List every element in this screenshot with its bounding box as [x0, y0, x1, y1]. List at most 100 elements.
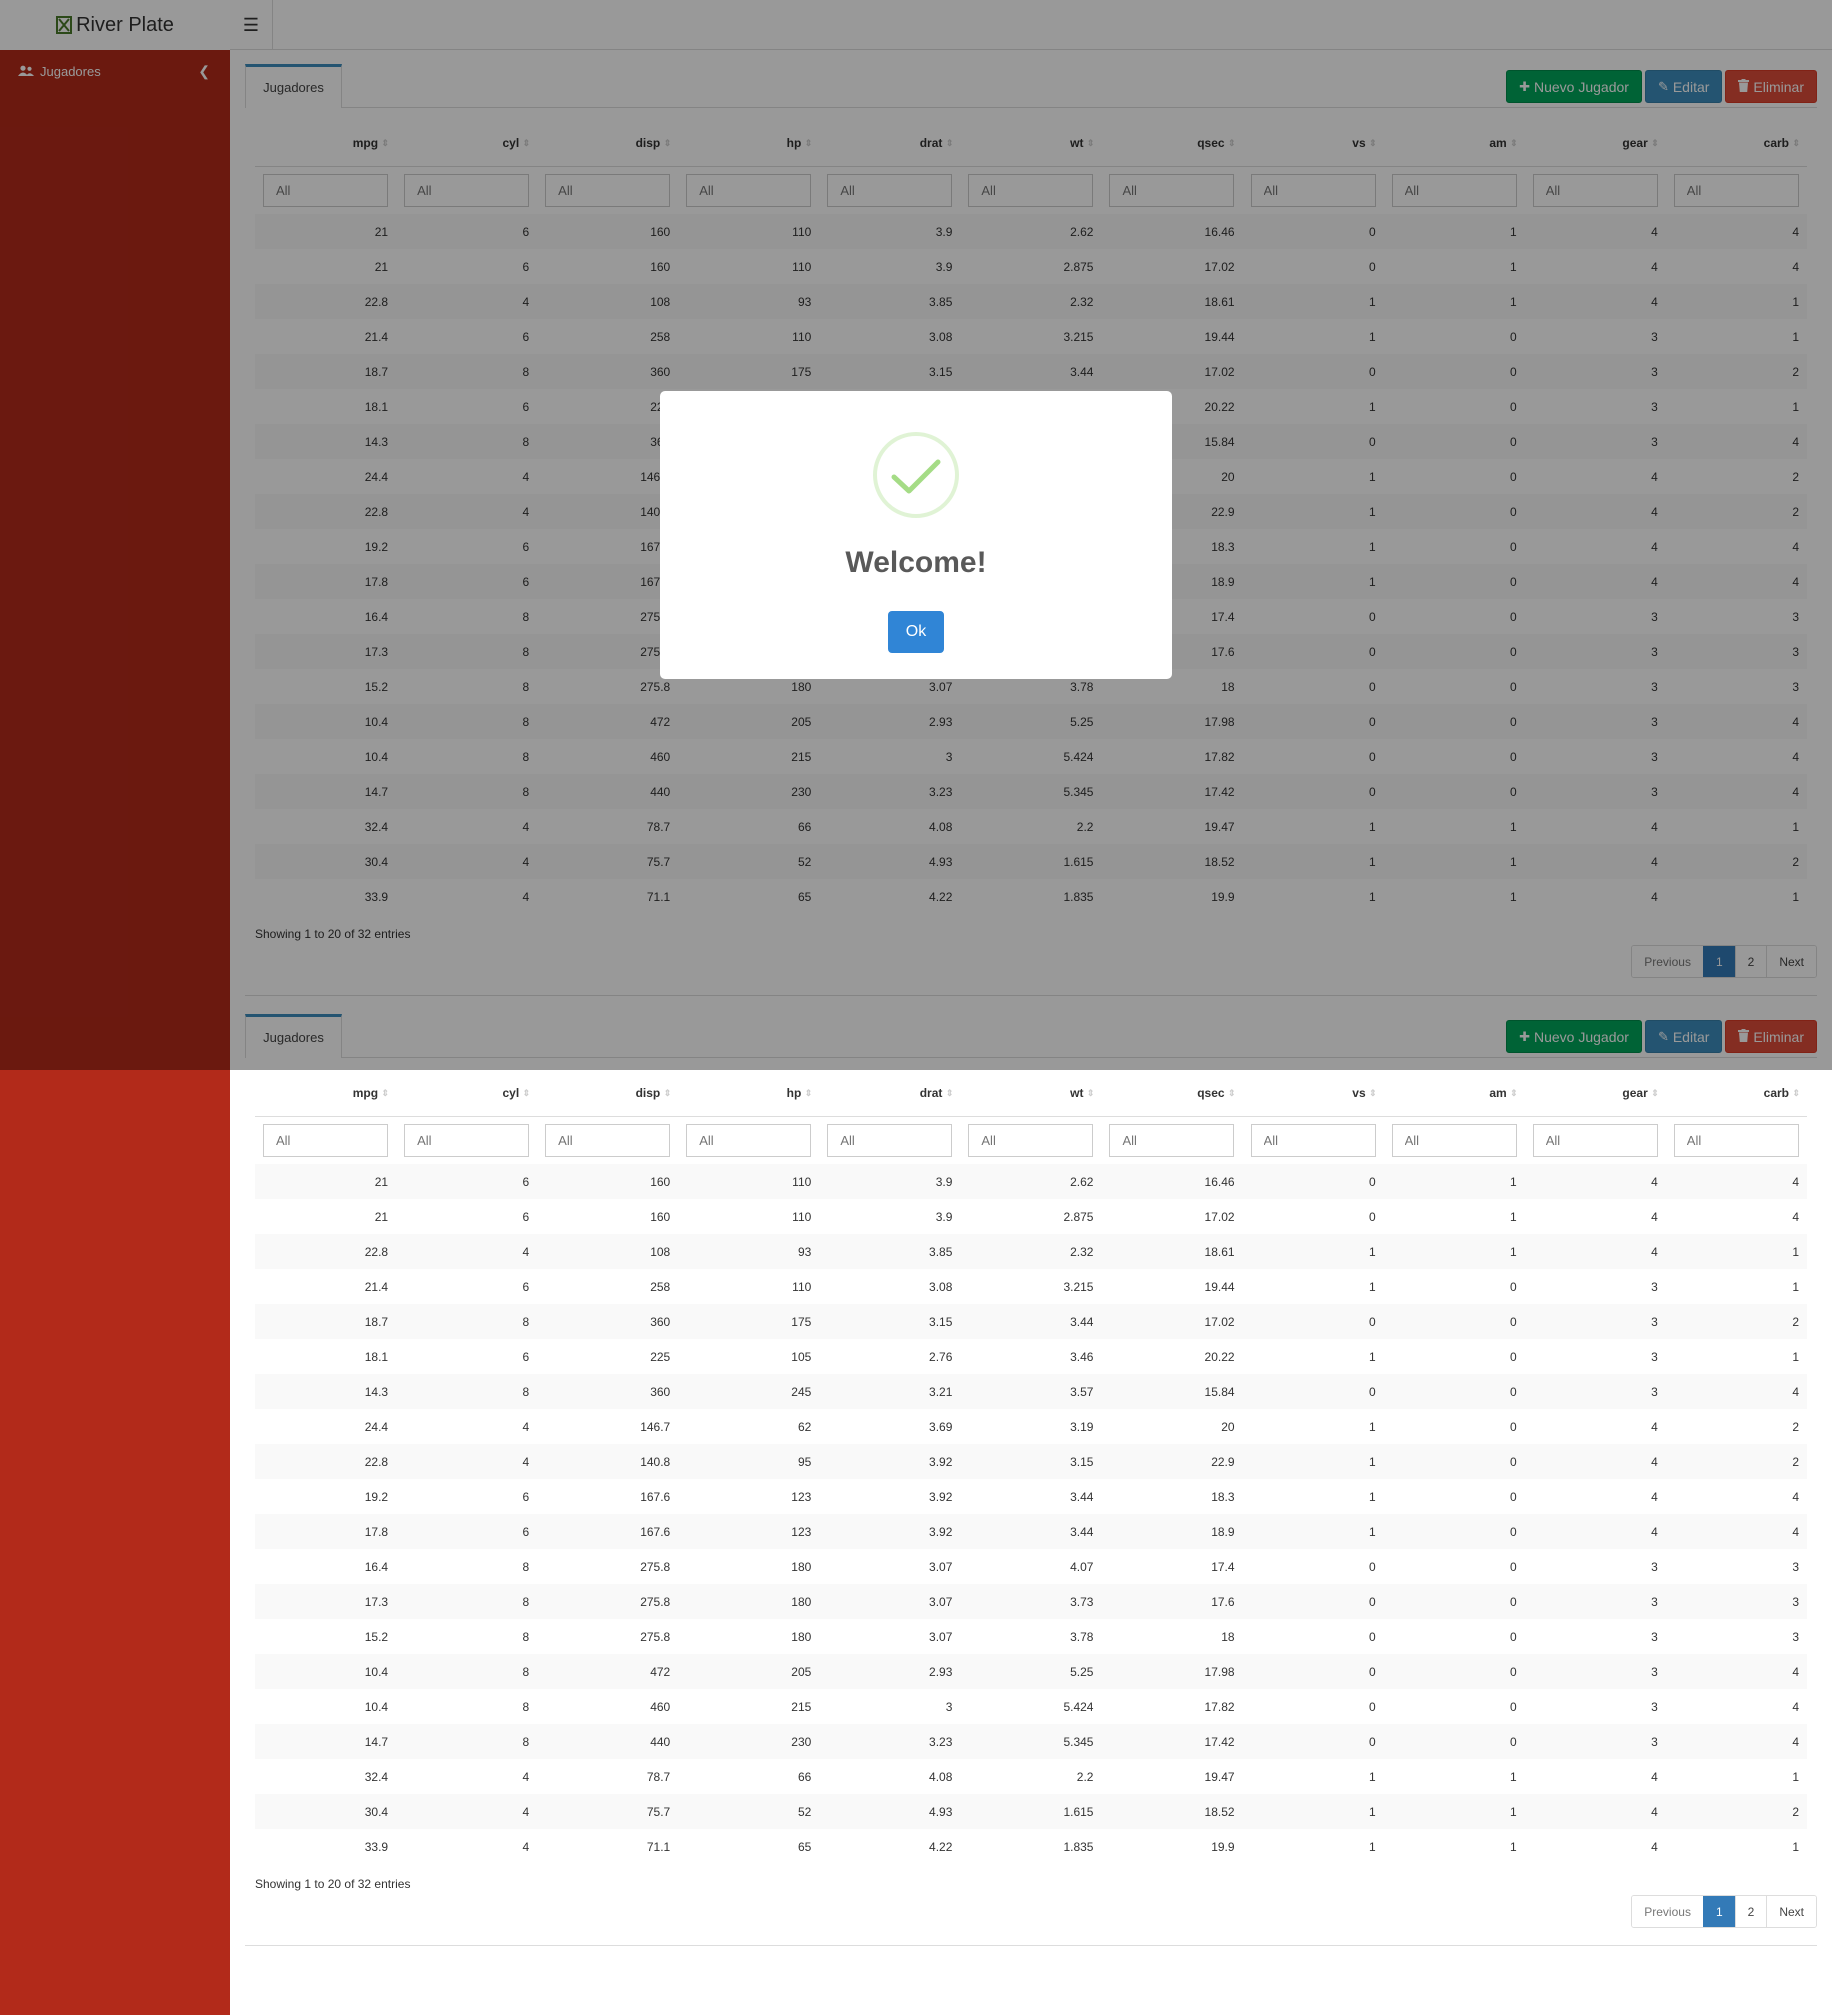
filter-input-gear[interactable] — [1532, 1124, 1658, 1157]
cell-mpg: 15.2 — [364, 1629, 389, 1644]
cell-mpg: 14.3 — [255, 1374, 397, 1409]
table-row[interactable]: 24.4 4 146.7 62 3.69 3.19 20 1 0 4 2 — [255, 1409, 1807, 1444]
cell-carb: 1 — [1792, 1349, 1799, 1364]
cell-drat: 3.07 — [929, 1629, 953, 1644]
cell-wt: 5.25 — [960, 1654, 1102, 1689]
filter-input-carb[interactable] — [1673, 1124, 1799, 1157]
cell-carb: 3 — [1792, 1559, 1799, 1574]
filter-input-wt[interactable] — [968, 1124, 1094, 1157]
cell-vs: 0 — [1242, 1164, 1384, 1199]
column-label: mpg — [352, 1086, 379, 1100]
cell-hp: 245 — [678, 1374, 820, 1409]
cell-carb: 4 — [1792, 1489, 1799, 1504]
cell-carb: 3 — [1665, 1584, 1807, 1619]
cell-qsec: 16.46 — [1101, 1164, 1243, 1199]
cell-vs: 1 — [1368, 1489, 1376, 1504]
cell-cyl: 4 — [396, 1444, 538, 1479]
cell-drat: 3.9 — [819, 1164, 961, 1199]
filter-input-am[interactable] — [1391, 1124, 1517, 1157]
filter-input-qsec[interactable] — [1109, 1124, 1235, 1157]
ok-button[interactable]: Ok — [888, 611, 944, 653]
filter-input-vs[interactable] — [1250, 1124, 1376, 1157]
cell-qsec: 18.52 — [1101, 1794, 1243, 1829]
cell-vs: 0 — [1368, 1559, 1376, 1574]
cell-disp: 225 — [650, 1349, 671, 1364]
column-header-drat[interactable]: drat ⇕ — [819, 1070, 961, 1117]
next-page-button[interactable]: Next — [1766, 1896, 1816, 1927]
cell-qsec: 18 — [1221, 1629, 1235, 1644]
table-row[interactable]: 33.9 4 71.1 65 4.22 1.835 19.9 1 1 4 1 — [255, 1829, 1807, 1864]
page-1-button[interactable]: 1 — [1702, 1896, 1735, 1927]
table-row[interactable]: 10.4 8 460 215 3 5.424 17.82 0 0 3 4 — [255, 1689, 1807, 1724]
cell-cyl: 6 — [396, 1514, 538, 1549]
cell-disp: 160 — [650, 1209, 671, 1224]
table-row[interactable]: 19.2 6 167.6 123 3.92 3.44 18.3 1 0 4 4 — [255, 1479, 1807, 1514]
cell-hp: 123 — [678, 1514, 820, 1549]
table-row[interactable]: 21.4 6 258 110 3.08 3.215 19.44 1 0 3 1 — [255, 1269, 1807, 1304]
cell-qsec: 17.82 — [1204, 1699, 1235, 1714]
table-row[interactable]: 22.84140.8953.923.1522.91042 — [255, 1444, 1807, 1479]
cell-vs: 1 — [1368, 1419, 1376, 1434]
table-row[interactable]: 18.1 6 225 105 2.76 3.46 20.22 1 0 3 1 — [255, 1339, 1807, 1374]
column-header-qsec[interactable]: qsec ⇕ — [1101, 1070, 1243, 1117]
cell-disp: 78.7 — [646, 1769, 671, 1784]
cell-disp: 167.6 — [537, 1514, 679, 1549]
filter-input-hp[interactable] — [686, 1124, 812, 1157]
table-row[interactable]: 17.86167.61233.923.4418.91044 — [255, 1514, 1807, 1549]
cell-wt: 1.615 — [960, 1794, 1102, 1829]
column-header-carb[interactable]: carb ⇕ — [1665, 1070, 1807, 1117]
table-row[interactable]: 10.4 8 472 205 2.93 5.25 17.98 0 0 3 4 — [255, 1654, 1807, 1689]
filter-input-cyl[interactable] — [404, 1124, 530, 1157]
column-label: carb — [1763, 1086, 1789, 1100]
cell-gear: 3 — [1524, 1304, 1666, 1339]
cell-wt: 3.15 — [960, 1444, 1102, 1479]
table-row[interactable]: 17.38275.81803.073.7317.60033 — [255, 1584, 1807, 1619]
cell-carb: 4 — [1665, 1164, 1807, 1199]
cell-carb: 2 — [1665, 1794, 1807, 1829]
cell-mpg: 18.1 — [364, 1349, 389, 1364]
table-row[interactable]: 14.383602453.213.5715.840034 — [255, 1374, 1807, 1409]
previous-page-button[interactable]: Previous — [1632, 1896, 1703, 1927]
column-header-gear[interactable]: gear ⇕ — [1524, 1070, 1666, 1117]
cell-qsec: 17.6 — [1101, 1584, 1243, 1619]
column-header-am[interactable]: am ⇕ — [1383, 1070, 1525, 1117]
cell-disp: 75.7 — [537, 1794, 679, 1829]
cell-drat: 3.07 — [929, 1559, 953, 1574]
cell-am: 0 — [1383, 1654, 1525, 1689]
filter-input-disp[interactable] — [545, 1124, 671, 1157]
column-header-disp[interactable]: disp ⇕ — [537, 1070, 679, 1117]
column-header-wt[interactable]: wt ⇕ — [960, 1070, 1102, 1117]
table-row[interactable]: 30.4 4 75.7 52 4.93 1.615 18.52 1 1 4 2 — [255, 1794, 1807, 1829]
table-row[interactable]: 21 6 160 110 3.9 2.875 17.02 0 1 4 4 — [255, 1199, 1807, 1234]
cell-gear: 4 — [1524, 1234, 1666, 1269]
cell-drat: 4.22 — [929, 1839, 953, 1854]
cell-wt: 3.44 — [1070, 1489, 1094, 1504]
cell-wt: 3.19 — [1070, 1419, 1094, 1434]
cell-wt: 3.73 — [960, 1584, 1102, 1619]
cell-disp: 275.8 — [537, 1584, 679, 1619]
table-row[interactable]: 14.7 8 440 230 3.23 5.345 17.42 0 0 3 4 — [255, 1724, 1807, 1759]
filter-input-drat[interactable] — [827, 1124, 953, 1157]
table-row[interactable]: 18.7 8 360 175 3.15 3.44 17.02 0 0 3 2 — [255, 1304, 1807, 1339]
cell-mpg: 10.4 — [364, 1699, 389, 1714]
filter-input-mpg[interactable] — [263, 1124, 388, 1157]
table-row[interactable]: 16.4 8 275.8 180 3.07 4.07 17.4 0 0 3 3 — [255, 1549, 1807, 1584]
table-row[interactable]: 22.8 4 108 93 3.85 2.32 18.61 1 1 4 1 — [255, 1234, 1807, 1269]
column-header-mpg[interactable]: mpg ⇕ — [255, 1070, 397, 1117]
cell-mpg: 14.7 — [255, 1724, 397, 1759]
cell-disp: 360 — [537, 1304, 679, 1339]
cell-mpg: 10.4 — [255, 1654, 397, 1689]
table-row[interactable]: 15.2 8 275.8 180 3.07 3.78 18 0 0 3 3 — [255, 1619, 1807, 1654]
cell-am: 0 — [1383, 1304, 1525, 1339]
cell-qsec: 17.98 — [1101, 1654, 1243, 1689]
cell-am: 0 — [1383, 1584, 1525, 1619]
cell-am: 1 — [1383, 1164, 1525, 1199]
table-row[interactable]: 32.4 4 78.7 66 4.08 2.2 19.47 1 1 4 1 — [255, 1759, 1807, 1794]
page-2-button[interactable]: 2 — [1734, 1896, 1767, 1927]
column-header-vs[interactable]: vs ⇕ — [1242, 1070, 1384, 1117]
cell-am: 0 — [1383, 1724, 1525, 1759]
table-row[interactable]: 21 6 160 110 3.9 2.62 16.46 0 1 4 4 — [255, 1164, 1807, 1199]
cell-mpg: 16.4 — [364, 1559, 389, 1574]
column-header-hp[interactable]: hp ⇕ — [678, 1070, 820, 1117]
column-header-cyl[interactable]: cyl ⇕ — [396, 1070, 538, 1117]
